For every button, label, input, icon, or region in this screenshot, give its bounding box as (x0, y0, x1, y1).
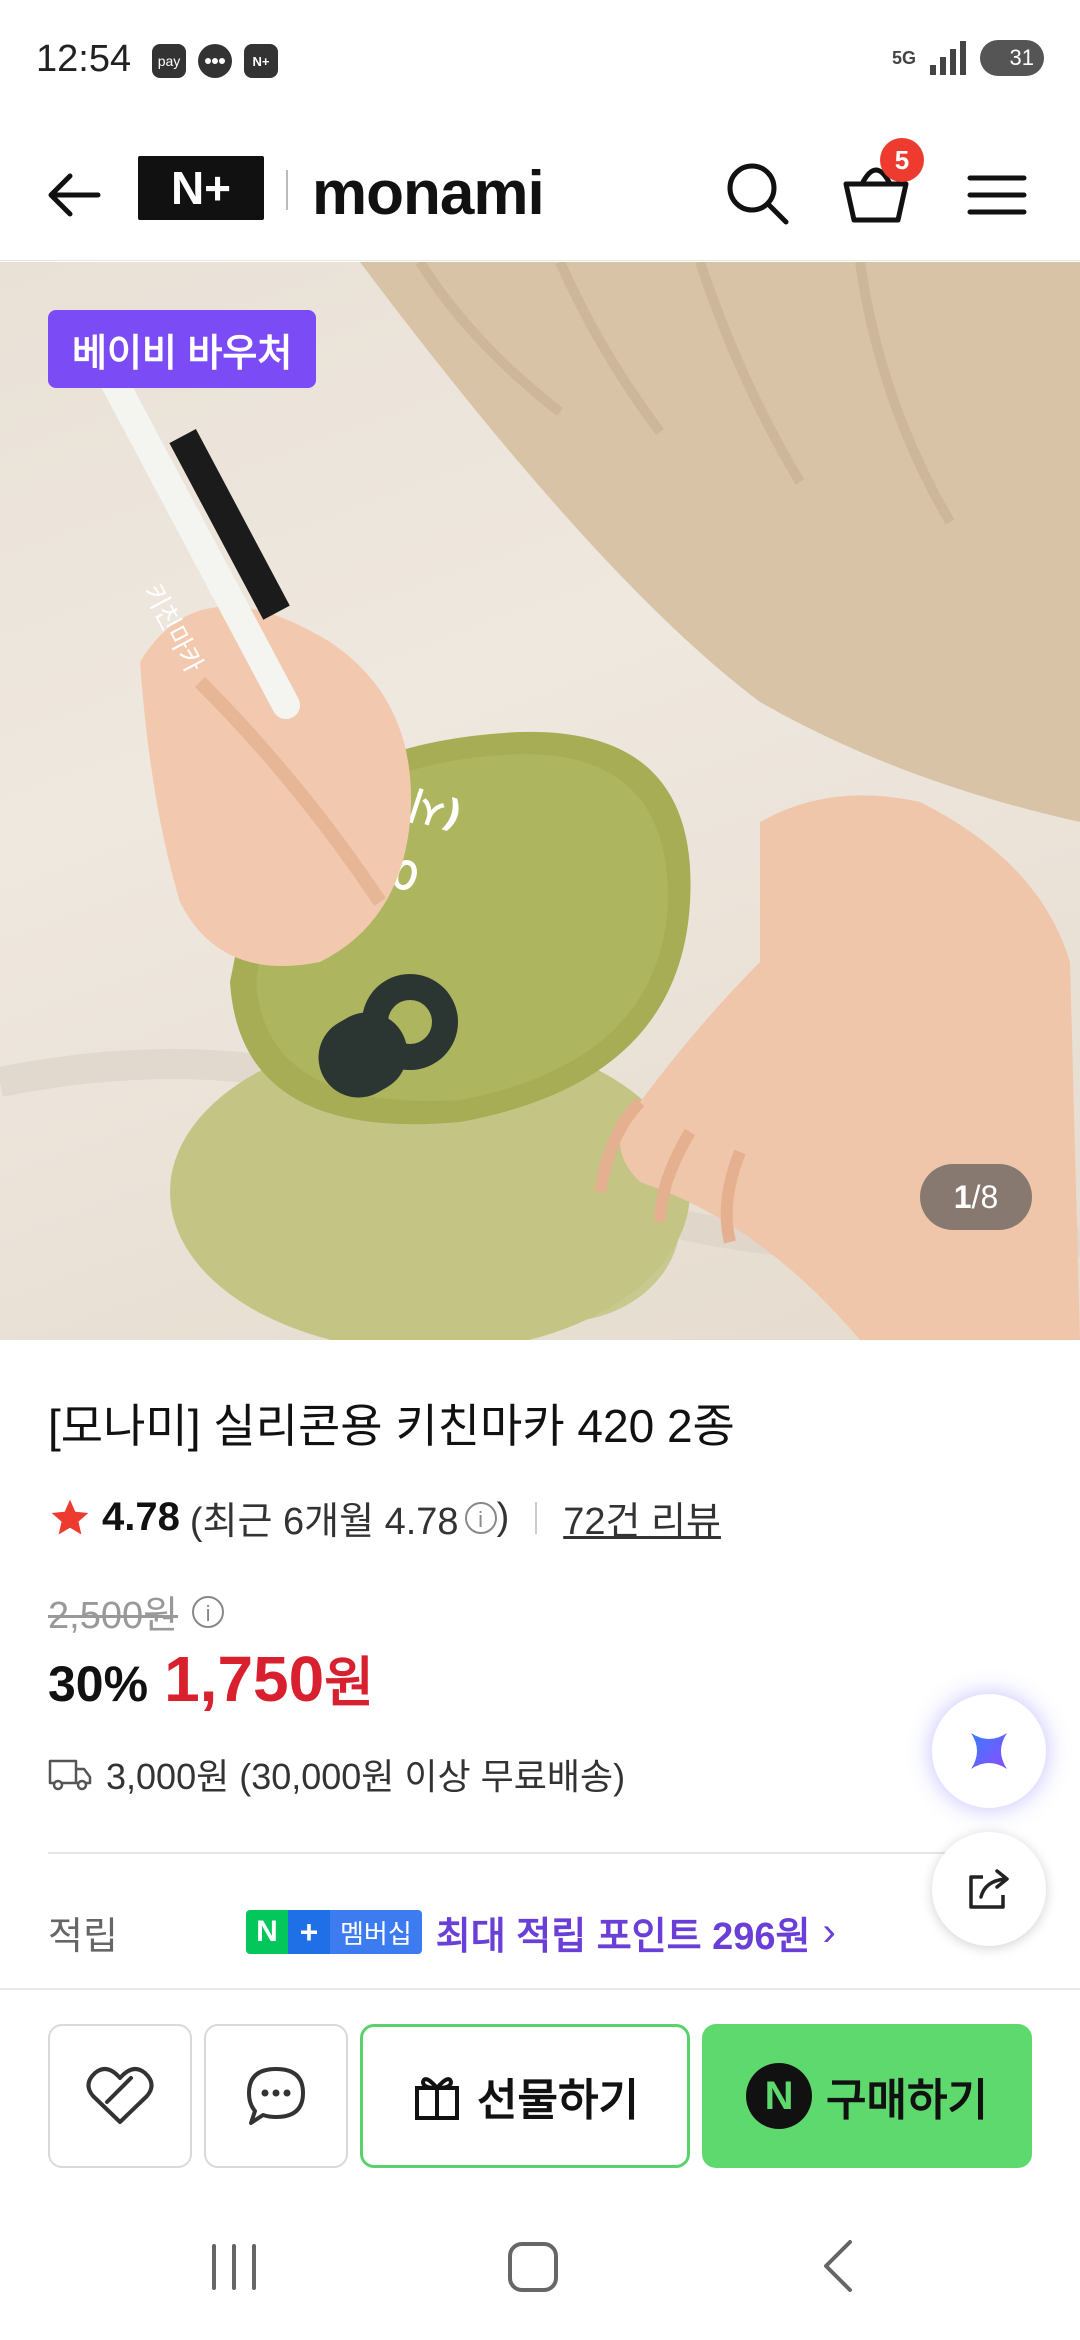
rating-detail-close: ) (496, 1496, 510, 1538)
signal-icon (930, 41, 966, 75)
battery-icon: 31 (980, 40, 1044, 76)
status-app-icons: pay N+ (152, 44, 278, 78)
points-label: 적립 (48, 1915, 118, 1958)
review-link[interactable]: 72건 리뷰 (563, 1490, 721, 1545)
heart-icon (86, 2067, 154, 2124)
search-icon (727, 163, 789, 225)
star-icon (51, 1499, 89, 1534)
share-button[interactable] (932, 1832, 1046, 1946)
status-bar: 12:54 pay N+ 5G 31 (0, 0, 1080, 130)
product-image[interactable]: (시금치) 이유식 키친마카 베이비 바우처 1/8 (0, 262, 1080, 1340)
pay-app-icon: pay (152, 44, 186, 78)
gift-icon (415, 2077, 460, 2120)
shipping-text: 3,000원 (30,000원 이상 무료배송) (106, 1756, 626, 1797)
price-info-icon[interactable]: i (192, 1595, 225, 1628)
search-button[interactable] (722, 158, 792, 228)
chat-bubble-icon (247, 2067, 305, 2125)
rating-detail: (최근 6개월 4.78 (189, 1501, 459, 1543)
home-icon[interactable] (508, 2242, 558, 2292)
badge-n: N (246, 1910, 288, 1954)
image-index: 1 (953, 1178, 972, 1215)
chat-app-icon (198, 44, 232, 78)
status-time: 12:54 (36, 38, 132, 80)
sale-price: 1,750 (164, 1643, 325, 1715)
info-icon[interactable]: i (464, 1501, 497, 1534)
recent-apps-icon[interactable] (206, 2242, 262, 2292)
talk-button[interactable] (204, 2024, 348, 2168)
gift-label: 선물하기 (477, 2076, 639, 2125)
cart-count-badge: 5 (880, 138, 924, 182)
image-counter: 1/8 (920, 1164, 1032, 1230)
badge-member: 멤버십 (330, 1910, 422, 1954)
badge-plus: + (288, 1910, 330, 1954)
gift-button[interactable]: 선물하기 (360, 2024, 690, 2168)
product-title: [모나미] 실리콘용 키친마카 420 2종 (48, 1400, 735, 1452)
system-nav-bar (0, 2198, 1080, 2340)
buy-button[interactable]: N 구매하기 (702, 2024, 1032, 2168)
back-arrow-icon (48, 173, 101, 217)
sale-price-row: 30% 1,750 원 (48, 1638, 374, 1717)
logo-divider (286, 170, 288, 210)
discount-rate: 30% (48, 1656, 149, 1712)
shipping-info: 3,000원 (30,000원 이상 무료배송) (48, 1748, 625, 1800)
points-text: 최대 적립 포인트 296원 (435, 1915, 811, 1958)
share-icon (969, 1869, 1009, 1909)
brand-logo[interactable]: monami (312, 158, 545, 229)
back-button[interactable] (40, 160, 110, 230)
image-total: /8 (971, 1178, 999, 1215)
naver-n-icon: N (746, 2063, 813, 2129)
status-indicators: 5G 31 (892, 40, 1044, 76)
original-price: 2,500원 (48, 1595, 179, 1637)
system-back-icon[interactable] (818, 2238, 858, 2294)
truck-icon (48, 1759, 92, 1791)
network-5g-icon: 5G (891, 47, 916, 68)
nplus-logo[interactable]: N+ (138, 156, 264, 220)
original-price-row: 2,500원 i (48, 1584, 225, 1639)
bottom-action-bar: 선물하기 N 구매하기 (0, 1988, 1080, 2200)
rating-row: 4.78 (최근 6개월 4.78 i ) 72건 리뷰 (48, 1490, 721, 1545)
rating-separator (535, 1501, 538, 1534)
ai-sparkle-icon (971, 1733, 1007, 1769)
product-photo: (시금치) 이유식 키친마카 (0, 262, 1080, 1340)
sale-price-unit: 원 (324, 1653, 374, 1713)
menu-icon (967, 175, 1027, 215)
ai-assistant-button[interactable] (932, 1694, 1046, 1808)
chevron-right-icon: › (822, 1909, 836, 1954)
voucher-badge[interactable]: 베이비 바우처 (48, 310, 317, 388)
menu-button[interactable] (962, 160, 1032, 230)
points-row[interactable]: 적립 N + 멤버십 최대 적립 포인트 296원 › (48, 1902, 1032, 1962)
nplus-membership-badge: N + 멤버십 (246, 1910, 422, 1954)
nplus-app-icon: N+ (244, 44, 278, 78)
nplus-logo-text: N+ (170, 162, 232, 214)
wishlist-button[interactable] (48, 2024, 192, 2168)
section-divider (48, 1852, 1032, 1854)
rating-score: 4.78 (102, 1495, 180, 1539)
buy-label: 구매하기 (826, 2076, 988, 2125)
